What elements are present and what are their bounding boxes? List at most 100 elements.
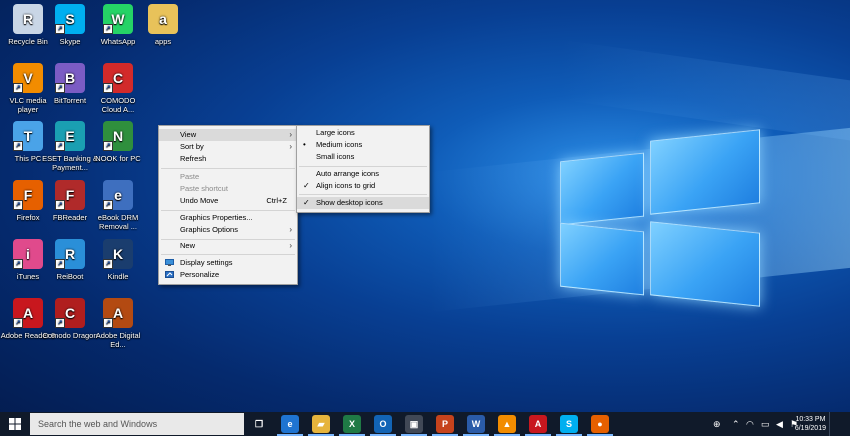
tray-network-icon[interactable]: ⊕	[713, 412, 721, 436]
taskbar-outlook-icon[interactable]: O	[374, 415, 392, 433]
shortcut-arrow-icon: ↗	[103, 318, 113, 328]
taskbar-search-box[interactable]: Search the web and Windows	[30, 413, 244, 435]
submenu-item-align-to-grid[interactable]: ✓ Align icons to grid	[297, 180, 429, 192]
clock-time: 10:33 PM	[795, 416, 826, 423]
tray-wifi-icon[interactable]: ◠	[746, 412, 754, 436]
radio-dot-icon: •	[303, 140, 306, 149]
vlc-icon: V ↗	[13, 63, 43, 93]
tray-volume-icon[interactable]: ◀	[776, 412, 783, 436]
menu-item-paste-shortcut: Paste shortcut	[180, 184, 228, 193]
checkmark-icon: ✓	[303, 181, 310, 190]
menu-item-graphics-options[interactable]: Graphics Options ›	[159, 224, 297, 236]
comodo-cloud-icon: C ↗	[103, 63, 133, 93]
shortcut-arrow-icon: ↗	[13, 141, 23, 151]
menu-item-undo-move[interactable]: Undo Move Ctrl+Z	[159, 195, 297, 207]
windows-start-icon	[9, 418, 21, 430]
shortcut-arrow-icon: ↗	[103, 83, 113, 93]
shortcut-arrow-icon: ↗	[55, 318, 65, 328]
desktop-icon[interactable]: K ↗ Kindle	[90, 239, 146, 281]
desktop-icon-label: Adobe Digital Ed...	[95, 331, 141, 349]
eset-icon: E ↗	[55, 121, 85, 151]
tray-battery-icon[interactable]: ▭	[761, 412, 770, 436]
chevron-right-icon: ›	[289, 130, 292, 139]
shortcut-arrow-icon: ↗	[13, 318, 23, 328]
shortcut-arrow-icon: ↗	[103, 141, 113, 151]
adobe-digital-editions-icon: A ↗	[103, 298, 133, 328]
submenu-item-large-icons[interactable]: Large icons	[297, 127, 429, 139]
desktop-icon[interactable]: e ↗ eBook DRM Removal ...	[90, 180, 146, 231]
wallpaper-light-beam	[560, 39, 850, 141]
taskbar-firefox-icon[interactable]: ●	[591, 415, 609, 433]
chevron-right-icon: ›	[289, 142, 292, 151]
start-button[interactable]	[0, 412, 30, 436]
taskbar-task-view-icon[interactable]: ❐	[250, 415, 268, 433]
menu-separator	[161, 210, 295, 211]
nook-icon: N ↗	[103, 121, 133, 151]
whatsapp-icon: W ↗	[103, 4, 133, 34]
menu-item-refresh[interactable]: Refresh	[159, 153, 297, 165]
chevron-right-icon: ›	[289, 225, 292, 234]
submenu-item-show-desktop-icons[interactable]: ✓ Show desktop icons	[297, 197, 429, 209]
desktop-icon-label: COMODO Cloud A...	[100, 96, 136, 114]
submenu-item-medium-icons[interactable]: • Medium icons	[297, 139, 429, 151]
desktop-icon[interactable]: C ↗ COMODO Cloud A...	[90, 63, 146, 114]
menu-item-paste: Paste	[180, 172, 200, 181]
skype-icon: S ↗	[55, 4, 85, 34]
show-desktop-button[interactable]	[829, 412, 850, 436]
taskbar: Search the web and Windows ❐ e ▰ X O ▣ P W ▲ A S ● …	[0, 412, 850, 436]
shortcut-arrow-icon: ↗	[55, 200, 65, 210]
taskbar-file-explorer-icon[interactable]: ▰	[312, 415, 330, 433]
fbreader-icon: F ↗	[55, 180, 85, 210]
menu-separator	[161, 168, 295, 169]
bittorrent-icon: B ↗	[55, 63, 85, 93]
menu-item-personalize[interactable]: Personalize	[159, 269, 297, 281]
firefox-icon: F ↗	[13, 180, 43, 210]
checkmark-icon: ✓	[303, 198, 310, 207]
personalize-icon	[165, 271, 174, 278]
shortcut-arrow-icon: ↗	[103, 259, 113, 269]
desktop-context-menu: View › Sort by › Refresh Paste Paste sho…	[158, 125, 298, 285]
shortcut-arrow-icon: ↗	[13, 259, 23, 269]
shortcut-arrow-icon: ↗	[13, 200, 23, 210]
adobe-reader-icon: A ↗	[13, 298, 43, 328]
menu-item-graphics-properties[interactable]: Graphics Properties...	[159, 212, 297, 224]
menu-separator	[299, 194, 427, 195]
submenu-item-small-icons[interactable]: Small icons	[297, 151, 429, 163]
menu-separator	[161, 254, 295, 255]
taskbar-store-icon[interactable]: ▣	[405, 415, 423, 433]
this-pc-icon: T ↗	[13, 121, 43, 151]
shortcut-arrow-icon: ↗	[55, 259, 65, 269]
taskbar-adobe-reader-icon[interactable]: A	[529, 415, 547, 433]
ebook-drm-icon: e ↗	[103, 180, 133, 210]
shortcut-arrow-icon: ↗	[55, 141, 65, 151]
taskbar-skype-icon[interactable]: S	[560, 415, 578, 433]
folder-icon: a	[148, 4, 178, 34]
kindle-icon: K ↗	[103, 239, 133, 269]
taskbar-word-icon[interactable]: W	[467, 415, 485, 433]
view-submenu: Large icons • Medium icons Small icons A…	[296, 125, 430, 213]
menu-item-sort-by[interactable]: Sort by ›	[159, 141, 297, 153]
clock-date: 6/19/2019	[794, 425, 826, 432]
desktop-icon[interactable]: a apps	[135, 4, 191, 46]
shortcut-arrow-icon: ↗	[103, 200, 113, 210]
desktop-icon[interactable]: A ↗ Adobe Digital Ed...	[90, 298, 146, 349]
desktop-icon[interactable]: N ↗ NOOK for PC	[90, 121, 146, 163]
desktop-icon-label: eBook DRM Removal ...	[97, 213, 139, 231]
menu-item-display-settings[interactable]: Display settings	[159, 257, 297, 269]
taskbar-clock[interactable]: 10:33 PM 6/19/2019	[795, 415, 826, 433]
menu-separator	[299, 166, 427, 167]
display-settings-icon	[165, 259, 174, 266]
menu-item-new[interactable]: New ›	[159, 240, 297, 252]
shortcut-arrow-icon: ↗	[103, 24, 113, 34]
shortcut-arrow-icon: ↗	[55, 83, 65, 93]
taskbar-powerpoint-icon[interactable]: P	[436, 415, 454, 433]
shortcut-arrow-icon: ↗	[13, 83, 23, 93]
taskbar-vlc-icon[interactable]: ▲	[498, 415, 516, 433]
menu-item-view[interactable]: View ›	[159, 129, 297, 141]
taskbar-edge-icon[interactable]: e	[281, 415, 299, 433]
submenu-item-auto-arrange[interactable]: Auto arrange icons	[297, 168, 429, 180]
tray-chevron-up-icon[interactable]: ⌃	[732, 412, 740, 436]
desktop-icon-label: NOOK for PC	[95, 154, 141, 163]
taskbar-excel-icon[interactable]: X	[343, 415, 361, 433]
shortcut-arrow-icon: ↗	[55, 24, 65, 34]
